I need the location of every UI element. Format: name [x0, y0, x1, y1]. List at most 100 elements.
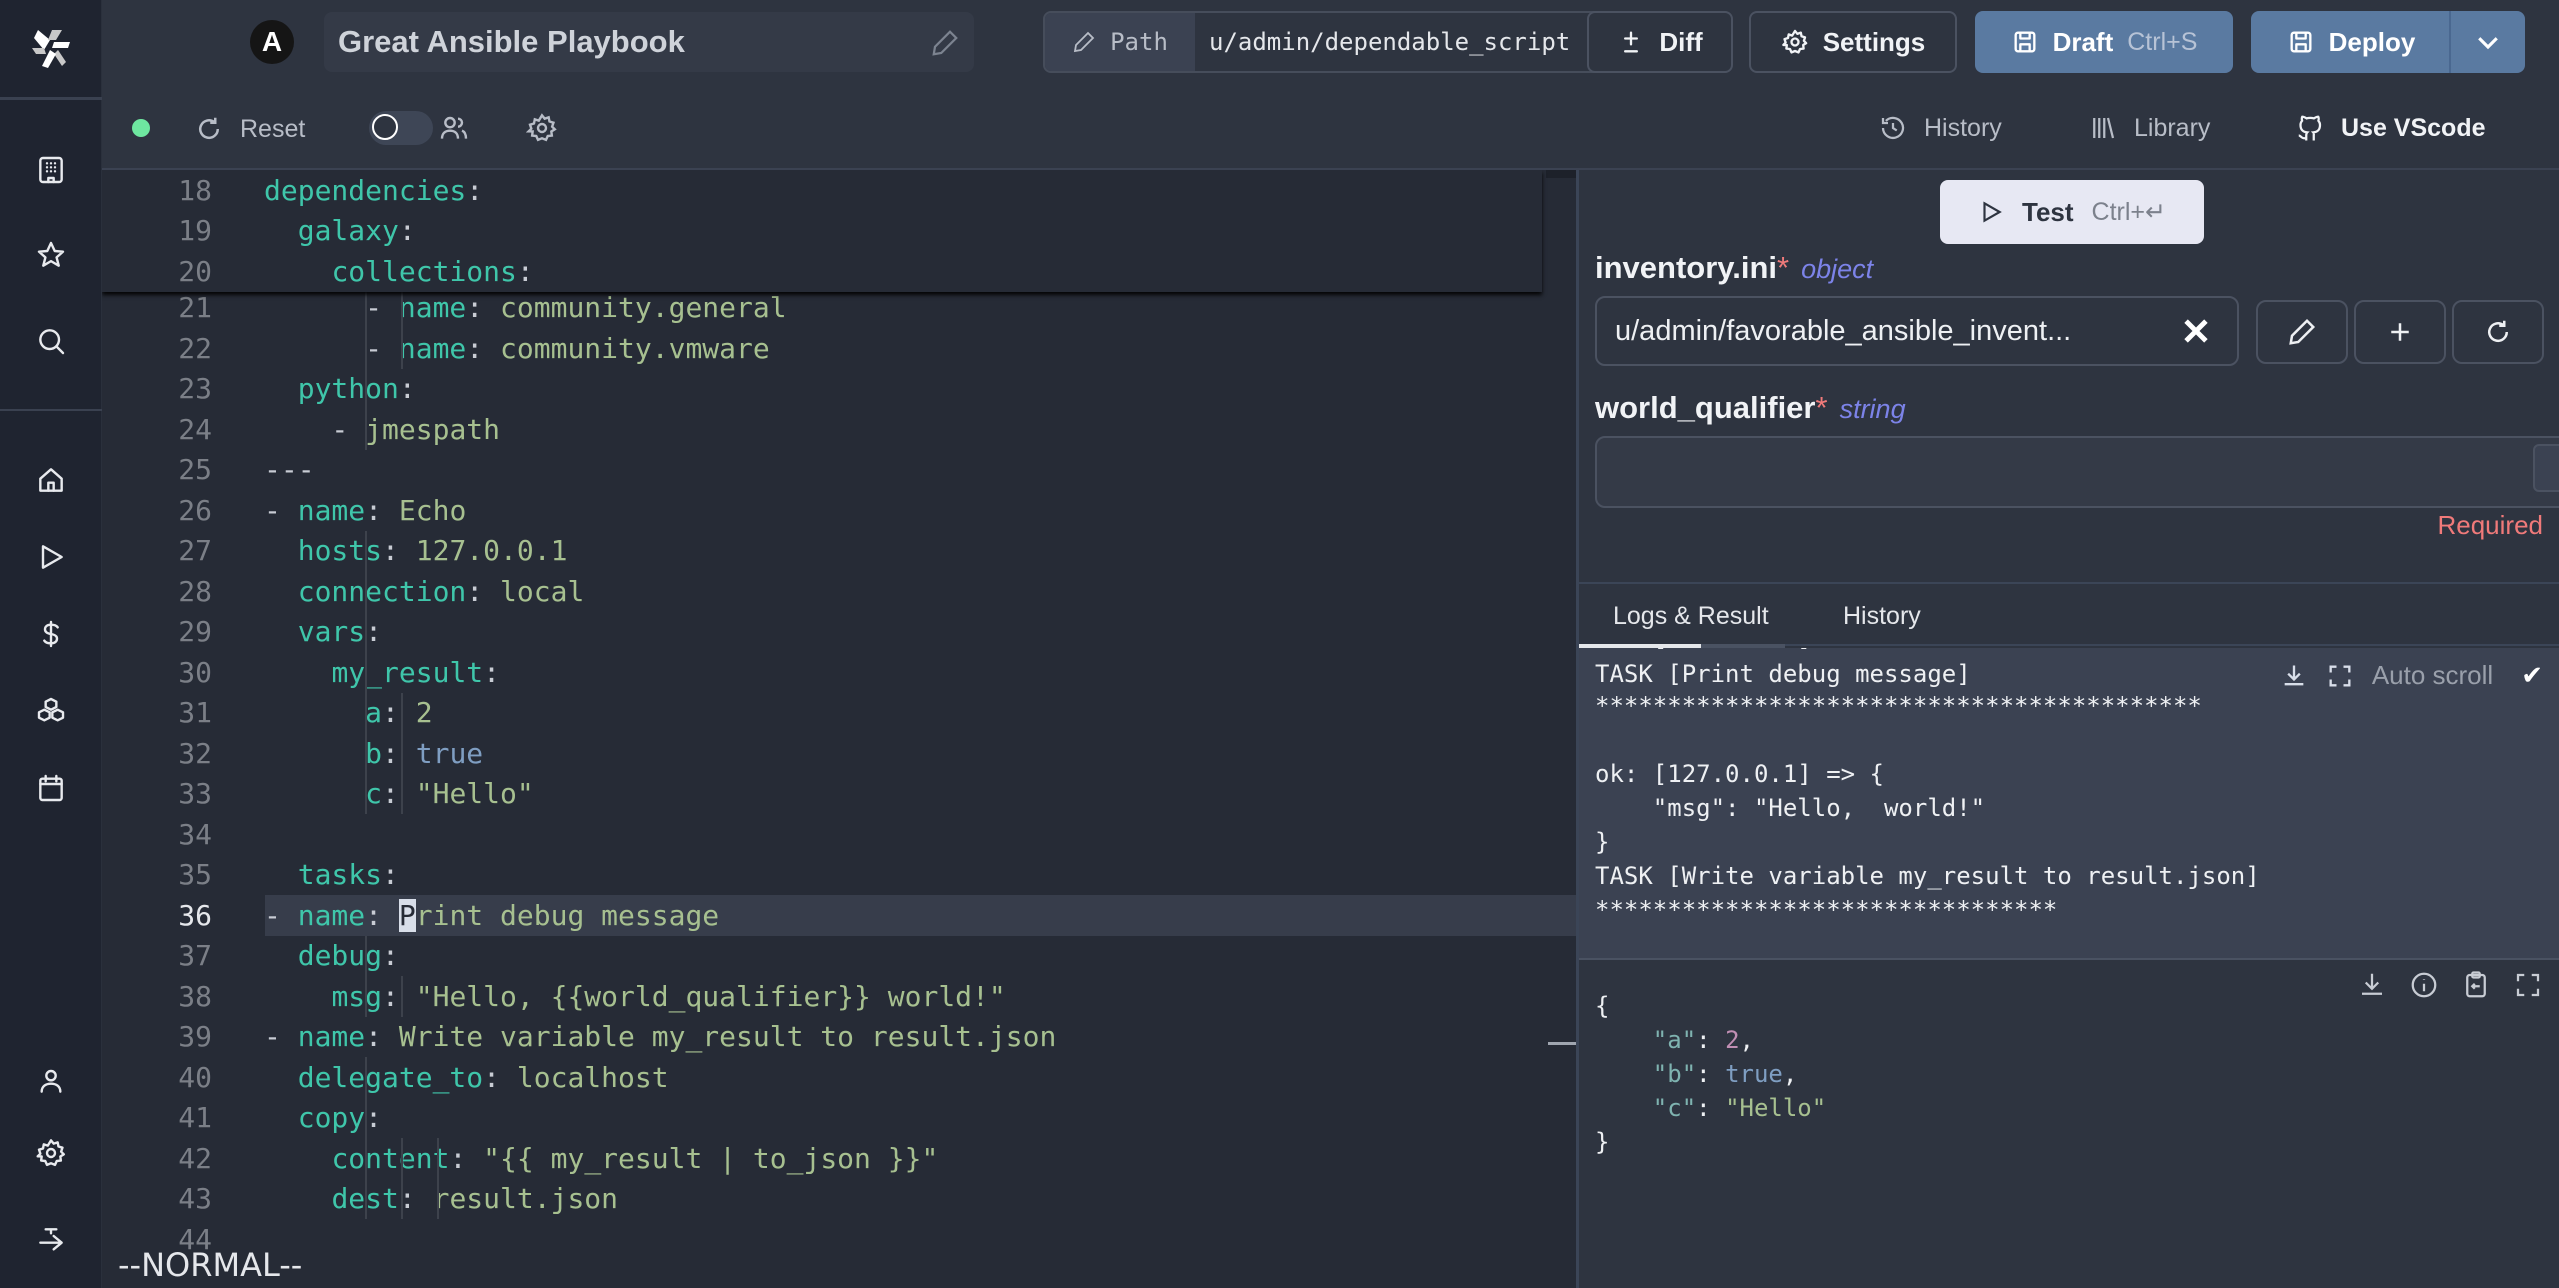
- code-line[interactable]: 37 debug:: [102, 936, 1576, 977]
- expand-icon[interactable]: [2326, 662, 2354, 690]
- library-link[interactable]: Library: [2088, 108, 2210, 148]
- search-icon[interactable]: [26, 316, 76, 366]
- info-icon[interactable]: [2409, 970, 2439, 1000]
- code-text: my_result:: [331, 655, 501, 689]
- path-field[interactable]: Path u/admin/dependable_script: [1043, 11, 1618, 73]
- ansible-logo-icon: A: [250, 20, 294, 64]
- world-qualifier-input[interactable]: $: [1595, 436, 2559, 508]
- home-icon[interactable]: [26, 455, 76, 505]
- code-line[interactable]: 34: [102, 814, 1576, 855]
- code-line[interactable]: 36 - name: Print debug message: [178, 895, 1576, 936]
- library-icon: [2093, 117, 2115, 139]
- line-number: 34: [178, 817, 212, 851]
- code-editor[interactable]: 18 dependencies: 19 galaxy: 20 collections:…: [102, 170, 1576, 1288]
- windmill-logo-icon[interactable]: [0, 0, 102, 100]
- dollar-icon[interactable]: $: [2533, 444, 2559, 492]
- result-line: }: [1595, 1128, 1610, 1156]
- cubes-icon[interactable]: [26, 686, 76, 736]
- code-line[interactable]: 32 b: true: [102, 733, 1576, 774]
- test-button[interactable]: Test Ctrl+↵: [1940, 180, 2204, 244]
- line-number: 22: [178, 331, 212, 365]
- edit-resource-button[interactable]: [2256, 300, 2348, 364]
- use-vscode-link[interactable]: Use VScode: [2295, 108, 2486, 148]
- code-line[interactable]: 38 msg: "Hello, {{world_qualifier}} worl…: [102, 976, 1576, 1017]
- code-line[interactable]: 40 delegate_to: localhost: [102, 1057, 1576, 1098]
- code-line[interactable]: 20 collections:: [102, 251, 1542, 292]
- auto-scroll-checkbox[interactable]: ✔: [2521, 660, 2543, 691]
- inventory-field-label: inventory.ini* object: [1595, 250, 1874, 285]
- download-icon[interactable]: [2280, 662, 2308, 690]
- line-number: 24: [178, 412, 212, 446]
- indent-guide: [401, 287, 403, 369]
- refresh-resource-button[interactable]: [2452, 300, 2544, 364]
- path-value[interactable]: u/admin/dependable_script: [1195, 13, 1616, 71]
- expand-icon[interactable]: [2513, 970, 2543, 1000]
- code-line[interactable]: 21 - name: community.general: [102, 288, 1576, 329]
- dollar-icon[interactable]: [26, 609, 76, 659]
- calendar-icon[interactable]: [26, 763, 76, 813]
- code-line[interactable]: 35 tasks:: [102, 855, 1576, 896]
- reset-button[interactable]: Reset: [194, 110, 305, 148]
- code-line[interactable]: 22 - name: community.vmware: [102, 328, 1576, 369]
- script-title-field[interactable]: Great Ansible Playbook: [324, 12, 974, 72]
- code-line[interactable]: 39 - name: Write variable my_result to re…: [102, 1017, 1576, 1058]
- line-number: 31: [178, 696, 212, 730]
- logs-output[interactable]: ok: [127.0.0.1] TASK [Print debug message…: [1579, 648, 2559, 960]
- tab-history[interactable]: History: [1843, 602, 1921, 631]
- code-text: msg: "Hello, {{world_qualifier}} world!": [331, 979, 1006, 1013]
- settings-button[interactable]: Settings: [1749, 11, 1957, 73]
- collaboration-toggle[interactable]: [369, 111, 433, 145]
- star-icon[interactable]: [26, 230, 76, 280]
- inventory-resource-input[interactable]: u/admin/favorable_ansible_invent...: [1595, 296, 2239, 366]
- gear-icon[interactable]: [26, 1128, 76, 1178]
- code-line[interactable]: 18 dependencies:: [102, 170, 1542, 211]
- pencil-icon[interactable]: [930, 28, 960, 63]
- draft-button[interactable]: Draft Ctrl+S: [1975, 11, 2233, 73]
- logs-toolbar: Auto scroll ✔: [2280, 660, 2543, 691]
- history-link[interactable]: History: [1878, 108, 2002, 148]
- log-line: }: [1595, 828, 1610, 856]
- logout-icon[interactable]: [26, 1215, 76, 1265]
- code-line[interactable]: 31 a: 2: [102, 693, 1576, 734]
- clipboard-icon[interactable]: [2461, 970, 2491, 1000]
- gear-icon: [1781, 29, 1808, 54]
- deploy-dropdown-button[interactable]: [2449, 11, 2525, 73]
- code-text: - jmespath: [264, 412, 501, 446]
- play-icon[interactable]: [26, 532, 76, 582]
- code-text: - name: Write variable my_result to resu…: [264, 1020, 1057, 1054]
- code-line[interactable]: 27 hosts: 127.0.0.1: [102, 531, 1576, 572]
- code-line[interactable]: 41 copy:: [102, 1098, 1576, 1139]
- code-line[interactable]: 26 - name: Echo: [102, 490, 1576, 531]
- add-resource-button[interactable]: [2354, 300, 2446, 364]
- deploy-button[interactable]: Deploy: [2251, 11, 2451, 73]
- code-line[interactable]: 42 content: "{{ my_result | to_json }}": [102, 1138, 1576, 1179]
- user-icon[interactable]: [26, 1056, 76, 1106]
- code-text: dependencies:: [264, 173, 484, 207]
- code-line[interactable]: 19 galaxy:: [102, 211, 1542, 252]
- diff-button[interactable]: Diff: [1587, 11, 1733, 73]
- code-line[interactable]: 29 vars:: [102, 612, 1576, 653]
- result-output: { "a": 2, "b": true, "c": "Hello"}: [1579, 960, 2559, 1288]
- code-line[interactable]: 44: [102, 1219, 1576, 1260]
- line-number: 20: [178, 254, 212, 288]
- github-icon: [2298, 115, 2322, 141]
- users-icon: [438, 112, 470, 149]
- line-number: 27: [178, 534, 212, 568]
- building-icon[interactable]: [26, 145, 76, 195]
- indent-guide: [365, 530, 367, 814]
- editor-settings-gear-icon[interactable]: [525, 112, 558, 149]
- code-line[interactable]: 28 connection: local: [102, 571, 1576, 612]
- result-line: "a": 2,: [1652, 1026, 1754, 1054]
- download-icon[interactable]: [2357, 970, 2387, 1000]
- code-line[interactable]: 23 python:: [102, 369, 1576, 410]
- code-line[interactable]: 25 ---: [102, 450, 1576, 491]
- code-line[interactable]: 30 my_result:: [102, 652, 1576, 693]
- code-line[interactable]: 33 c: "Hello": [102, 774, 1576, 815]
- close-icon[interactable]: [2179, 314, 2213, 356]
- code-line[interactable]: 43 dest: result.json: [102, 1179, 1576, 1220]
- vertical-scrollbar[interactable]: [1546, 170, 1576, 178]
- line-number: 18: [178, 173, 212, 207]
- tab-logs-result[interactable]: Logs & Result: [1613, 602, 1769, 631]
- code-line[interactable]: 24 - jmespath: [102, 409, 1576, 450]
- code-text: connection: local: [297, 574, 585, 608]
